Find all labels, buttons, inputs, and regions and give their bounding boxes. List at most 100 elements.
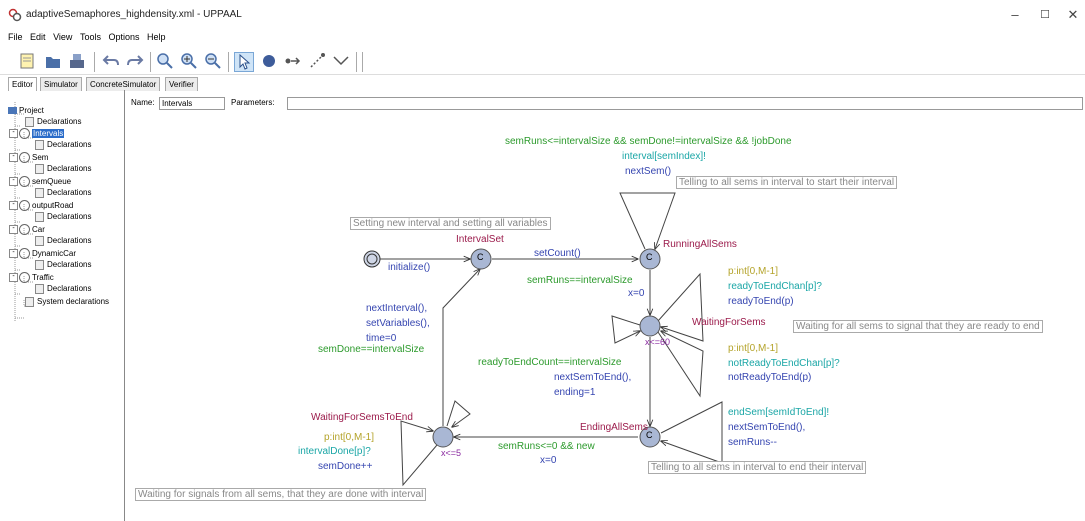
comment-end-interval[interactable]: Telling to all sems in interval to end t… (648, 461, 867, 474)
zoom-out-icon[interactable] (204, 52, 222, 70)
document-icon (25, 296, 34, 307)
menu-tools[interactable]: Tools (80, 30, 101, 44)
tree-item-car[interactable]: - Car (9, 224, 45, 236)
document-icon (35, 187, 44, 198)
select-ready-loop: p:int[0,M-1] (728, 266, 779, 277)
tree-item-declarations[interactable]: Declarations (35, 259, 91, 270)
expand-minus-icon: - (9, 249, 18, 259)
location-waitingforsems[interactable] (639, 315, 661, 337)
tree-item-outputroad[interactable]: - outputRoad (9, 200, 73, 212)
menu-file[interactable]: File (8, 30, 23, 44)
add-branch-icon[interactable] (332, 52, 350, 70)
menu-help[interactable]: Help (147, 30, 166, 44)
menu-view[interactable]: View (53, 30, 72, 44)
parameters-field[interactable] (287, 97, 1083, 110)
template-icon (19, 200, 30, 212)
maximize-button[interactable]: ☐ (1030, 6, 1060, 24)
tree-item-declarations[interactable]: Declarations (35, 235, 91, 246)
edge-end-sem-loop[interactable] (661, 401, 723, 464)
location-initial[interactable] (363, 250, 381, 268)
edge-next-interval[interactable] (442, 269, 480, 426)
tree-item-sem[interactable]: - Sem (9, 152, 48, 164)
committed-marker: C (477, 252, 484, 262)
window-title: adaptiveSemaphores_highdensity.xml - UPP… (26, 9, 242, 20)
parameters-label: Parameters: (231, 98, 275, 107)
comment-done-with-interval[interactable]: Waiting for signals from all sems, that … (135, 488, 427, 501)
update-next-interval-3: time=0 (366, 333, 397, 344)
add-nail-icon[interactable] (308, 52, 326, 70)
document-icon (35, 235, 44, 246)
comment-setting-interval[interactable]: Setting new interval and setting all var… (350, 217, 551, 230)
tree-item-traffic[interactable]: - Traffic (9, 272, 54, 284)
location-name-waitingforsemstoend: WaitingForSemsToEnd (311, 412, 413, 423)
document-icon (25, 116, 34, 127)
zoom-fit-icon[interactable] (156, 52, 174, 70)
sync-end-sem-loop: endSem[semIdToEnd]! (728, 407, 830, 418)
edge-waiting-end-top-loop[interactable] (446, 400, 471, 427)
comment-start-interval[interactable]: Telling to all sems in interval to start… (676, 176, 898, 189)
tree-item-declarations[interactable]: Declarations (25, 116, 81, 127)
template-icon (19, 224, 30, 236)
update-end-sem-loop-1: nextSemToEnd(), (728, 422, 806, 433)
template-icon (19, 272, 30, 284)
new-file-icon[interactable] (18, 52, 36, 70)
tab-verifier[interactable]: Verifier (165, 77, 198, 91)
location-name-endingallsems: EndingAllSems (580, 422, 648, 433)
document-icon (35, 211, 44, 222)
tree-item-declarations[interactable]: Declarations (35, 139, 91, 150)
save-icon[interactable] (68, 52, 86, 70)
zoom-in-icon[interactable] (180, 52, 198, 70)
minimize-button[interactable]: – (1000, 6, 1030, 24)
tree-item-intervals[interactable]: - Intervals (9, 128, 65, 140)
update-running-to-waiting: x=0 (628, 288, 645, 299)
guard-ending-to-waiting-end: semRuns<=0 && new (498, 441, 595, 452)
location-waitingforsemstoend[interactable] (432, 426, 454, 448)
edge-ready-to-end-loop[interactable] (657, 272, 704, 342)
tree-project[interactable]: Project (8, 105, 44, 116)
guard-next-interval: semDone==intervalSize (318, 344, 425, 355)
comment-ready-to-end[interactable]: Waiting for all sems to signal that they… (793, 320, 1043, 333)
template-icon (19, 248, 30, 260)
label-setcount: setCount() (534, 248, 581, 259)
edge-waiting-left-loop[interactable] (611, 315, 640, 344)
tree-item-semqueue[interactable]: - semQueue (9, 176, 71, 188)
select-tool-icon[interactable] (234, 52, 254, 72)
tab-concrete-simulator[interactable]: ConcreteSimulator (86, 77, 161, 91)
tree-item-system-declarations[interactable]: System declarations (25, 296, 109, 307)
expand-minus-icon: - (9, 177, 18, 187)
redo-icon[interactable] (126, 52, 144, 70)
uppaal-app-icon (8, 8, 22, 22)
tree-item-declarations[interactable]: Declarations (35, 187, 91, 198)
location-name-runningallsems: RunningAllSems (663, 239, 737, 250)
guard-waiting-to-ending: readyToEndCount==intervalSize (478, 357, 622, 368)
tree-item-declarations[interactable]: Declarations (35, 163, 91, 174)
title-bar: adaptiveSemaphores_highdensity.xml - UPP… (0, 0, 1085, 30)
tab-simulator[interactable]: Simulator (40, 77, 82, 91)
select-interval-done-loop: p:int[0,M-1] (324, 432, 375, 443)
expand-minus-icon: - (9, 225, 18, 235)
template-icon (19, 152, 30, 164)
open-folder-icon[interactable] (44, 52, 62, 70)
project-tree: Project Declarations - Intervals Declarat… (8, 92, 124, 517)
committed-marker: C (646, 252, 653, 262)
tree-item-declarations[interactable]: Declarations (35, 283, 91, 294)
expand-minus-icon: - (9, 129, 18, 139)
folder-icon (8, 107, 17, 115)
template-canvas[interactable]: C C C IntervalSet RunningAllSems Waiting… (125, 111, 1085, 521)
expand-minus-icon: - (9, 201, 18, 211)
name-field[interactable]: Intervals (159, 97, 225, 110)
menu-edit[interactable]: Edit (30, 30, 46, 44)
sync-not-ready-loop: notReadyToEndChan[p]? (728, 358, 840, 369)
undo-icon[interactable] (102, 52, 120, 70)
menu-options[interactable]: Options (108, 30, 139, 44)
tree-item-dynamiccar[interactable]: - DynamicCar (9, 248, 76, 260)
name-label: Name: (131, 98, 155, 107)
document-icon (35, 259, 44, 270)
tree-item-declarations[interactable]: Declarations (35, 211, 91, 222)
edge-interval-done-loop[interactable] (400, 420, 438, 487)
automaton-graph (363, 192, 723, 487)
close-button[interactable]: ✕ (1058, 6, 1085, 24)
tab-editor[interactable]: Editor (8, 77, 37, 91)
add-edge-icon[interactable] (284, 52, 302, 70)
add-location-icon[interactable] (260, 52, 278, 70)
